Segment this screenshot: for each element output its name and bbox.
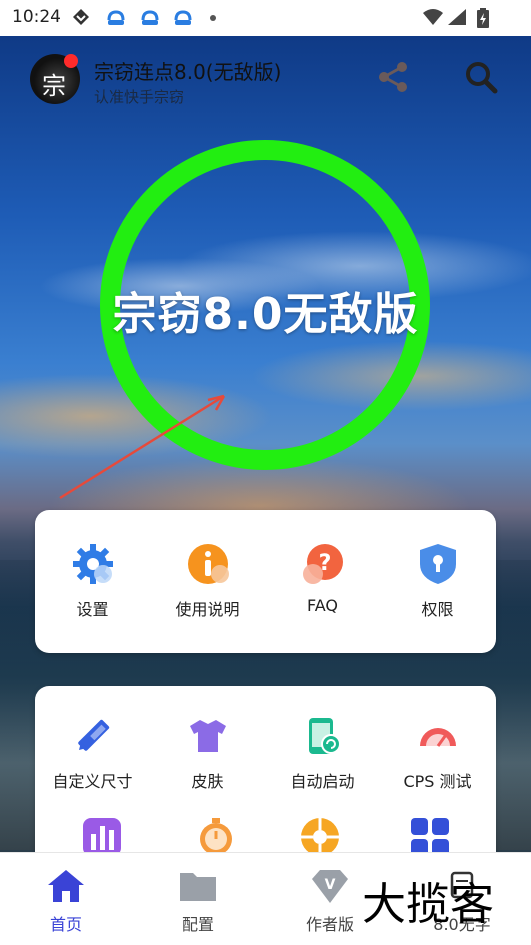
nav-home-label: 首页 <box>49 915 82 934</box>
custom-size-button[interactable]: 自定义尺寸 <box>35 714 150 792</box>
cps-test-button[interactable]: CPS 测试 <box>380 714 495 792</box>
svg-text:V: V <box>325 877 336 893</box>
permissions-button[interactable]: 权限 <box>380 542 495 620</box>
instructions-button[interactable]: 使用说明 <box>150 542 265 620</box>
share-icon[interactable] <box>376 60 410 94</box>
home-icon <box>48 870 84 902</box>
wifi-icon <box>423 9 443 25</box>
folder-icon <box>180 873 216 901</box>
skin-label: 皮肤 <box>191 772 224 791</box>
notification-app-icon <box>141 10 159 25</box>
info-icon <box>187 544 229 584</box>
question-icon: ? <box>302 544 343 584</box>
nav-home[interactable]: 首页 <box>16 867 116 935</box>
notification-app-icon <box>174 10 192 25</box>
app-title: 宗窃连点8.0(无敌版) <box>94 60 282 84</box>
battery-icon <box>477 8 489 28</box>
skin-button[interactable]: 皮肤 <box>150 714 265 792</box>
signal-icon <box>448 9 466 25</box>
notification-more-dot <box>210 15 216 21</box>
permissions-label: 权限 <box>421 600 454 619</box>
pointer-arrow <box>59 394 226 500</box>
speedometer-icon <box>419 728 456 747</box>
custom-size-label: 自定义尺寸 <box>52 772 133 791</box>
vip-diamond-icon: V <box>312 870 348 903</box>
settings-button[interactable]: 设置 <box>35 542 150 620</box>
shield-lock-icon <box>419 544 456 584</box>
tshirt-icon <box>189 720 226 752</box>
status-bar: 10:24 <box>0 0 531 36</box>
instructions-label: 使用说明 <box>175 600 240 619</box>
faq-button[interactable]: ? FAQ <box>265 542 380 615</box>
main-actions-card: 设置 使用说明 ? FAQ 权限 <box>35 510 496 653</box>
watermark-logo: 大揽客 <box>362 879 494 930</box>
status-time: 10:24 <box>12 7 61 27</box>
features-card: 自定义尺寸 皮肤 自动启动 CPS 测试 <box>35 686 496 866</box>
ruler-pencil-icon <box>77 719 109 751</box>
phone-sync-icon <box>308 718 341 754</box>
avatar-badge-dot <box>64 54 78 68</box>
auto-start-button[interactable]: 自动启动 <box>265 714 380 792</box>
ring-title[interactable]: 宗窃8.0无敌版 <box>0 278 531 342</box>
app-subtitle: 认准快手宗窃 <box>94 88 185 106</box>
gear-icon <box>72 544 113 584</box>
nav-config-label: 配置 <box>181 915 214 934</box>
faq-label: FAQ <box>307 596 338 615</box>
search-icon[interactable] <box>464 60 498 94</box>
notification-diamond-icon <box>73 9 89 25</box>
avatar-glyph: 宗 <box>42 72 66 100</box>
cps-test-label: CPS 测试 <box>403 772 472 791</box>
settings-label: 设置 <box>76 600 109 619</box>
nav-config[interactable]: 配置 <box>148 867 248 935</box>
notification-app-icon <box>107 10 125 25</box>
auto-start-label: 自动启动 <box>290 772 355 791</box>
